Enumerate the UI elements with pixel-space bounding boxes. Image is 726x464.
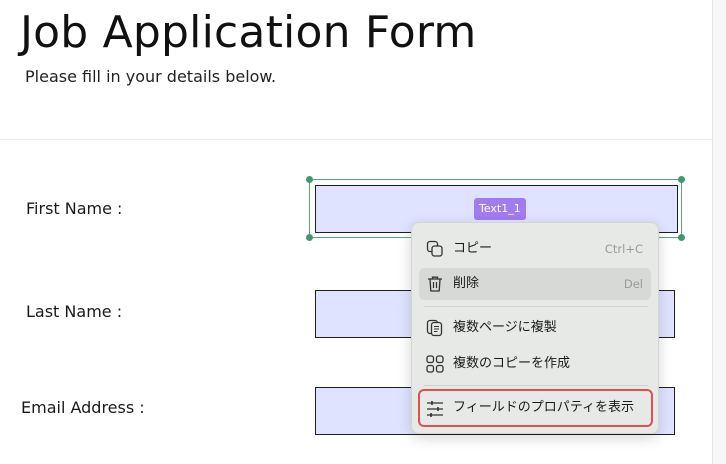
menu-item-duplicate-to-pages[interactable]: 複数ページに複製 bbox=[419, 312, 651, 344]
sliders-icon bbox=[427, 401, 443, 417]
window-edge bbox=[712, 0, 726, 464]
menu-item-label: コピー bbox=[453, 241, 493, 256]
trash-icon bbox=[428, 276, 442, 292]
menu-item-label: 複数ページに複製 bbox=[453, 320, 557, 335]
menu-item-shortcut: Ctrl+C bbox=[604, 242, 643, 256]
menu-item-label: フィールドのプロパティを表示 bbox=[453, 400, 634, 415]
resize-handle-bottom-right[interactable] bbox=[678, 234, 685, 241]
last-name-label: Last Name : bbox=[26, 302, 123, 321]
menu-item-create-multiple-copies[interactable]: 複数のコピーを作成 bbox=[419, 348, 651, 380]
menu-item-field-properties[interactable]: フィールドのプロパティを表示 bbox=[418, 389, 653, 427]
menu-item-label: 複数のコピーを作成 bbox=[453, 356, 571, 371]
menu-item-delete[interactable]: 削除 Del bbox=[419, 268, 651, 300]
duplicate-pages-icon bbox=[426, 319, 443, 337]
multiple-copies-icon bbox=[426, 355, 444, 373]
field-name-tag: Text1_1 bbox=[474, 198, 526, 220]
resize-handle-top-right[interactable] bbox=[678, 176, 685, 183]
menu-separator bbox=[424, 385, 648, 386]
menu-item-label: 削除 bbox=[453, 276, 480, 291]
menu-separator bbox=[424, 306, 648, 307]
menu-item-shortcut: Del bbox=[623, 277, 643, 291]
menu-item-copy[interactable]: コピー Ctrl+C bbox=[419, 233, 651, 265]
email-address-label: Email Address : bbox=[21, 398, 145, 417]
section-divider bbox=[0, 139, 712, 140]
resize-handle-bottom-left[interactable] bbox=[306, 234, 313, 241]
resize-handle-top-left[interactable] bbox=[306, 176, 313, 183]
form-subtitle: Please fill in your details below. bbox=[25, 67, 277, 86]
first-name-label: First Name : bbox=[26, 199, 123, 218]
form-title: Job Application Form bbox=[20, 7, 477, 58]
copy-icon bbox=[426, 240, 443, 257]
context-menu: コピー Ctrl+C 削除 Del 複数ページに複製 複数のコピーを作成 フィー… bbox=[411, 222, 659, 434]
